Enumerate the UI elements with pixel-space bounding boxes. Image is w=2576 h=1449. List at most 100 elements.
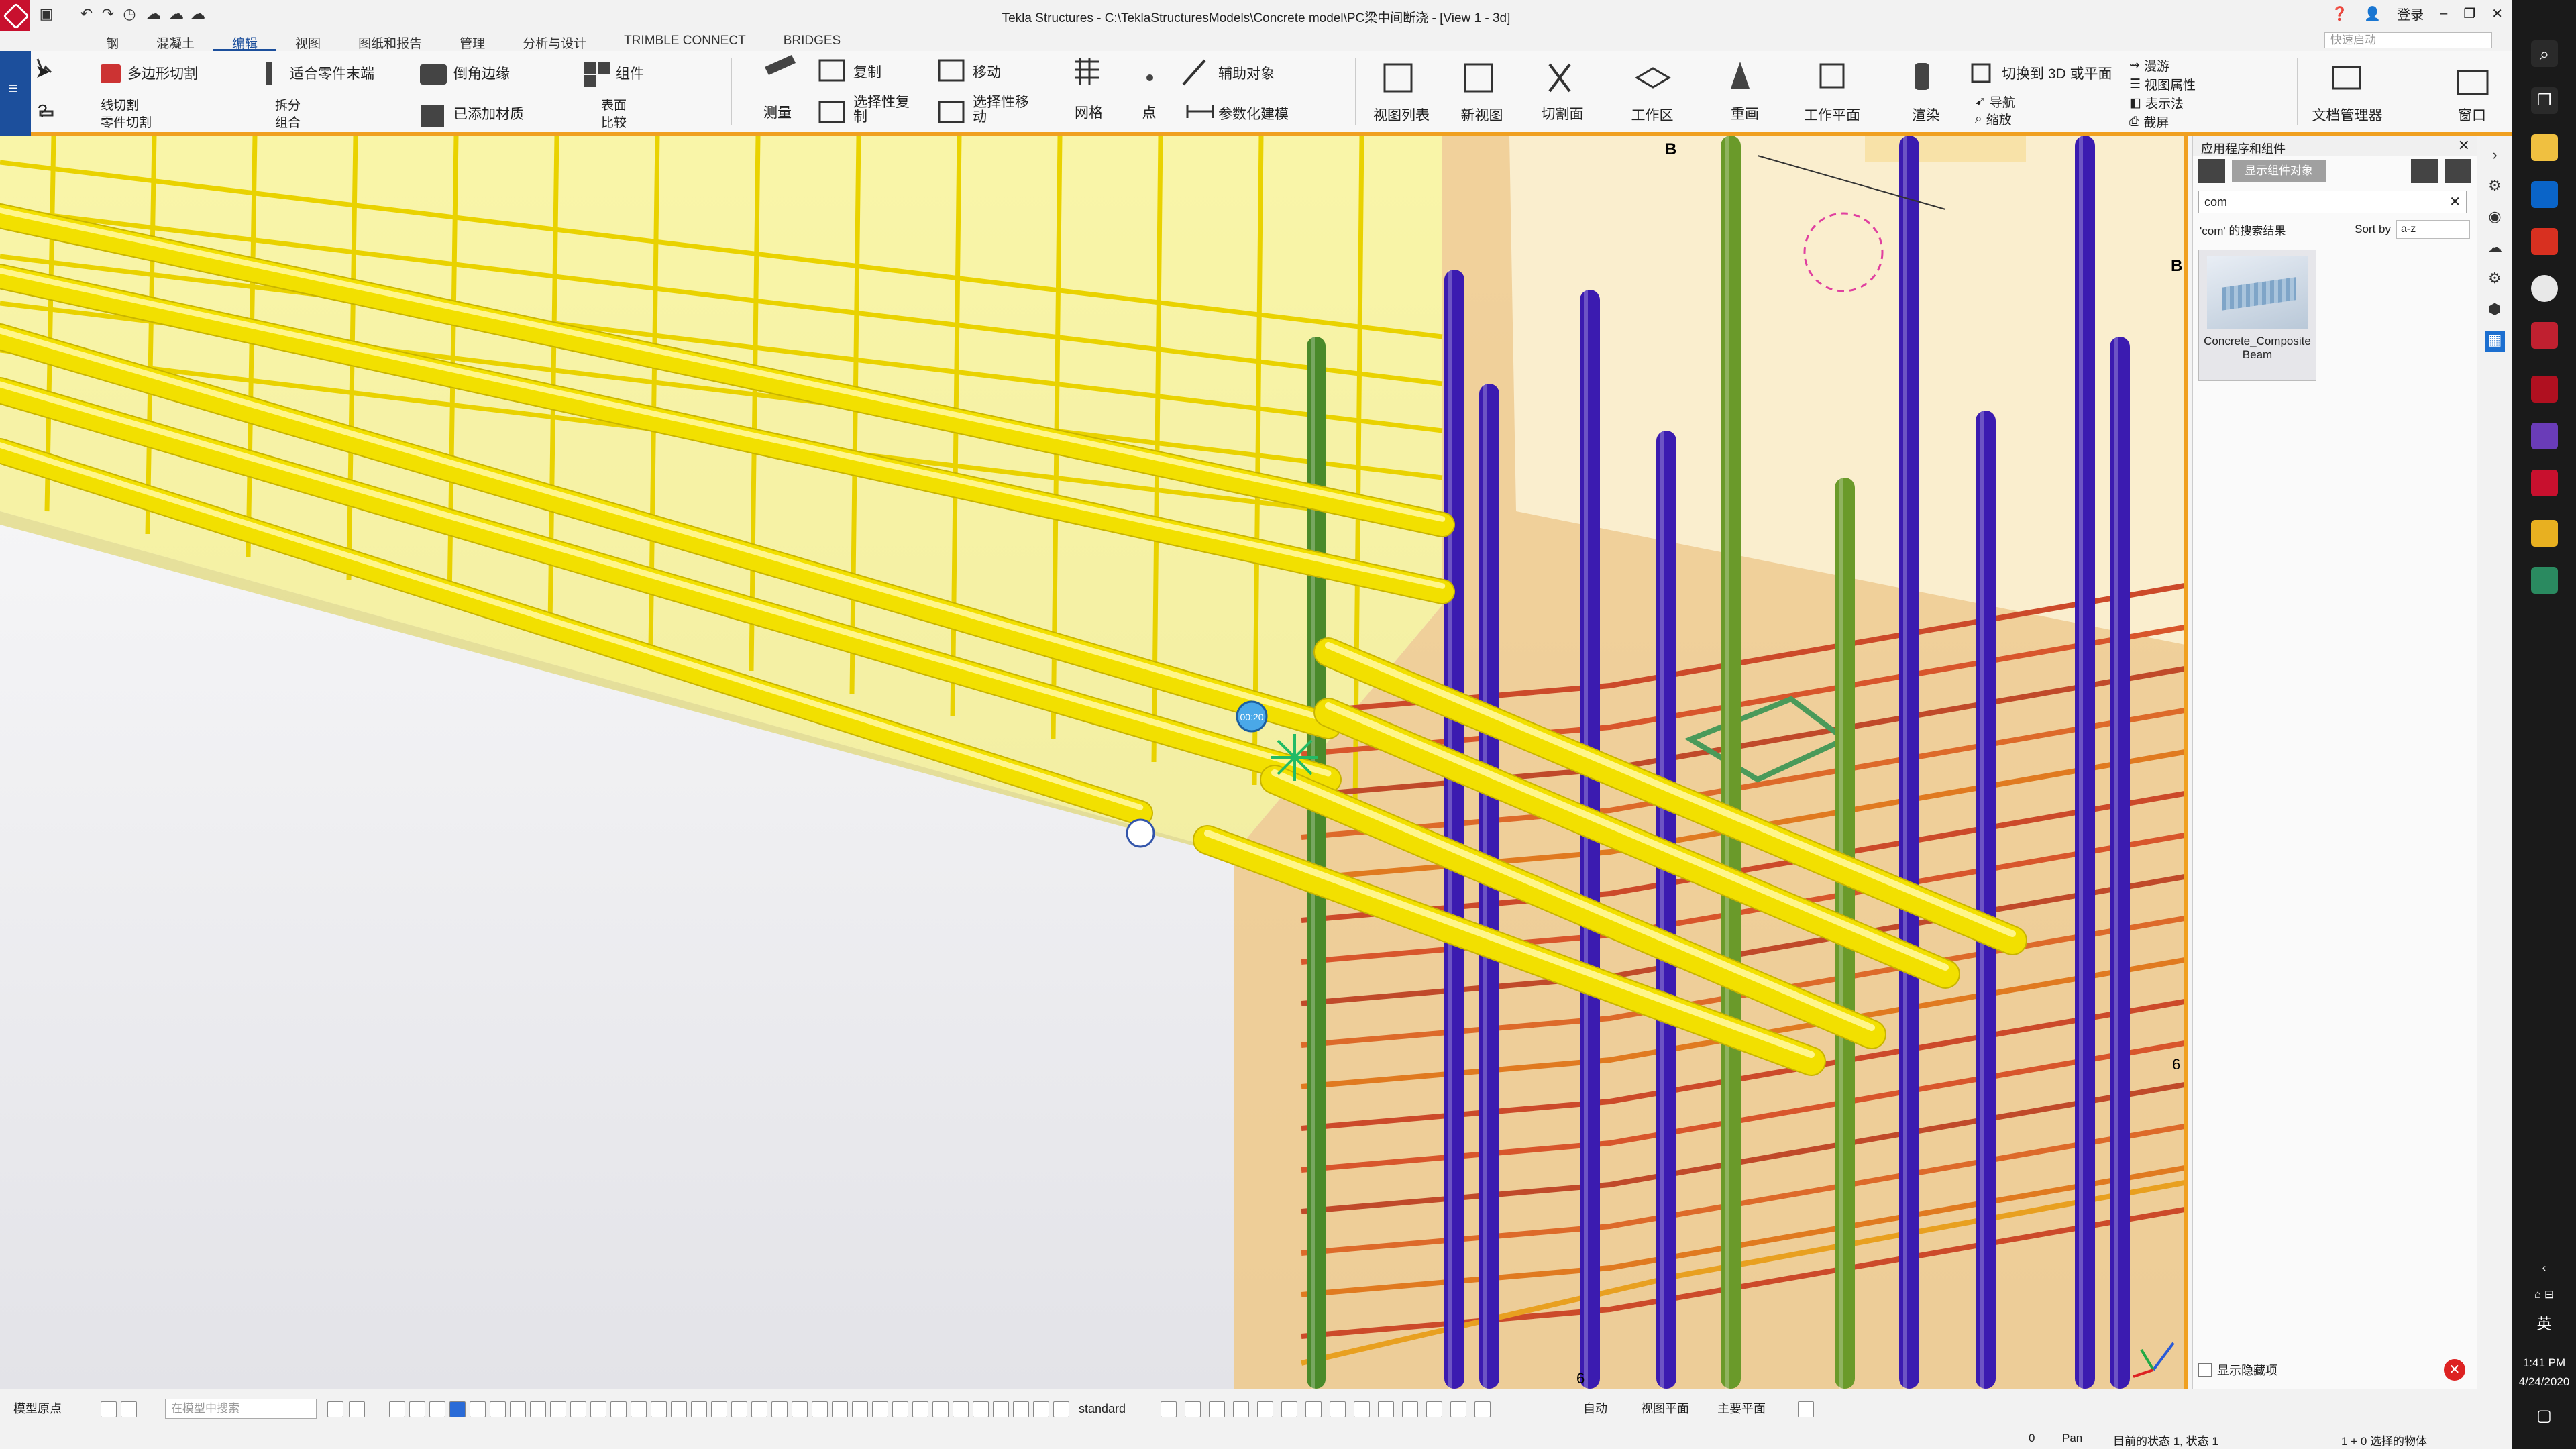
snap-switch-icon[interactable]	[912, 1401, 928, 1417]
snap-switch-icon[interactable]	[610, 1401, 627, 1417]
list-view-icon[interactable]	[2411, 159, 2438, 183]
snap-mode-icon[interactable]	[1450, 1401, 1466, 1417]
work-plane-button[interactable]: 工作平面	[1795, 105, 1869, 125]
view-properties-button[interactable]: ☰ 视图属性	[2129, 75, 2196, 93]
snap-switch-icon[interactable]	[691, 1401, 707, 1417]
measure-button[interactable]: 测量	[741, 102, 814, 122]
snap-switch-icon[interactable]	[993, 1401, 1009, 1417]
tray-icons[interactable]: ⌂ ⊟	[2512, 1288, 2576, 1301]
clip-plane-button[interactable]: 切割面	[1525, 103, 1599, 123]
snap-mode-icon[interactable]	[1281, 1401, 1297, 1417]
restore-button[interactable]: ❐	[2463, 5, 2475, 22]
tab-concrete[interactable]: 混凝土	[138, 31, 213, 51]
chrome-icon[interactable]	[2531, 275, 2558, 302]
snap-switch-icon[interactable]	[570, 1401, 586, 1417]
collapse-panel-icon[interactable]	[2445, 159, 2471, 183]
screenshot-button[interactable]: ⎙ 截屏	[2129, 113, 2169, 131]
snap-mode-icon[interactable]	[1257, 1401, 1273, 1417]
tray-chevron-icon[interactable]: ‹	[2512, 1261, 2576, 1275]
snap-switch-icon[interactable]	[631, 1401, 647, 1417]
redraw-button[interactable]: 重画	[1708, 103, 1782, 123]
snap-mode-icon[interactable]	[1378, 1401, 1394, 1417]
snap-switch-icon[interactable]	[470, 1401, 486, 1417]
main-plane-select[interactable]: 主要平面	[1717, 1399, 1766, 1419]
combine-button[interactable]: 组合	[275, 113, 301, 131]
work-area-button[interactable]: 工作区	[1615, 105, 1689, 125]
help-pointer-icon[interactable]: ?	[38, 101, 47, 121]
tab-bridges[interactable]: BRIDGES	[765, 31, 860, 51]
representation-button[interactable]: ◧ 表示法	[2129, 94, 2184, 112]
snap-switch-icon[interactable]	[510, 1401, 526, 1417]
outlook-icon[interactable]	[2531, 181, 2558, 208]
snap-switch-icon[interactable]	[812, 1401, 828, 1417]
new-view-button[interactable]: 新视图	[1445, 105, 1519, 125]
office-icon[interactable]	[2531, 228, 2558, 255]
snap-switch-icon[interactable]	[892, 1401, 908, 1417]
snap-switch-icon[interactable]	[751, 1401, 767, 1417]
snap-switch-icon[interactable]	[1033, 1401, 1049, 1417]
snap-switch-icon[interactable]	[590, 1401, 606, 1417]
file-explorer-icon[interactable]	[2531, 134, 2558, 161]
snap-switch-icon[interactable]	[389, 1401, 405, 1417]
tab-trimble-connect[interactable]: TRIMBLE CONNECT	[605, 31, 765, 51]
standard-select[interactable]: standard	[1079, 1399, 1126, 1419]
properties-tab-icon[interactable]: ⚙	[2485, 177, 2505, 197]
model-view-3d[interactable]: 00:20 B B 6 6	[0, 136, 2188, 1389]
polygon-cut-button[interactable]: 多边形切割	[127, 63, 198, 83]
clear-search-icon[interactable]: ✕	[2449, 191, 2461, 213]
snap-mode-icon[interactable]	[1185, 1401, 1201, 1417]
snap-mode-icon[interactable]	[1426, 1401, 1442, 1417]
sort-select[interactable]: a-z	[2396, 220, 2470, 239]
minimize-button[interactable]: –	[2440, 6, 2447, 21]
origin-select[interactable]: 模型原点	[13, 1399, 62, 1419]
snap-switch-icon[interactable]	[832, 1401, 848, 1417]
copy-selected-button[interactable]: 选择性复制	[853, 95, 920, 125]
ime-indicator[interactable]: 英	[2512, 1312, 2576, 1334]
clock-time[interactable]: 1:41 PM	[2512, 1356, 2576, 1370]
clock-date[interactable]: 4/24/2020	[2512, 1375, 2576, 1389]
point-button[interactable]: 点	[1112, 102, 1186, 122]
move-selected-button[interactable]: 选择性移动	[973, 95, 1040, 125]
snap-switch-icon[interactable]	[1013, 1401, 1029, 1417]
component-search-input[interactable]: com ✕	[2198, 191, 2467, 213]
left-quick-strip[interactable]: ≡	[0, 51, 31, 136]
python-icon[interactable]	[2531, 520, 2558, 547]
auto-select[interactable]: 自动	[1583, 1399, 1607, 1419]
snap-switch-icon[interactable]	[490, 1401, 506, 1417]
window-button[interactable]: 窗口	[2435, 105, 2509, 125]
tab-analysis-design[interactable]: 分析与设计	[504, 31, 605, 51]
rebar-model-scene[interactable]: 00:20 B B 6 6	[0, 136, 2188, 1389]
cloud-tab-icon[interactable]: ☁	[2485, 239, 2505, 259]
origin-option-1-icon[interactable]	[101, 1401, 117, 1417]
snap-switch-icon[interactable]	[932, 1401, 949, 1417]
snap-switch-icon[interactable]	[792, 1401, 808, 1417]
origin-option-2-icon[interactable]	[121, 1401, 137, 1417]
delete-icon[interactable]: ✕	[2444, 1359, 2465, 1381]
snap-mode-icon[interactable]	[1330, 1401, 1346, 1417]
select-pointer-icon[interactable]: ➤	[35, 60, 50, 83]
component-card[interactable]: Concrete_Composite Beam	[2198, 250, 2316, 381]
tablet-icon[interactable]	[2531, 567, 2558, 594]
snap-switch-icon[interactable]	[872, 1401, 888, 1417]
fit-part-end-button[interactable]: 适合零件末端	[290, 63, 374, 83]
snap-switch-icon[interactable]	[651, 1401, 667, 1417]
switch-3d-button[interactable]: 切换到 3D 或平面	[2002, 63, 2112, 83]
snap-switch-icon[interactable]	[530, 1401, 546, 1417]
search-options-icon[interactable]	[349, 1401, 365, 1417]
snap-mode-icon[interactable]	[1209, 1401, 1225, 1417]
chamfer-edges-button[interactable]: 倒角边缘	[453, 63, 510, 83]
split-button[interactable]: 拆分	[275, 95, 301, 113]
snap-switch-icon[interactable]	[731, 1401, 747, 1417]
login-link[interactable]: 登录	[2397, 4, 2424, 23]
move-button[interactable]: 移动	[973, 62, 1001, 82]
snap-mode-icon[interactable]	[1354, 1401, 1370, 1417]
tab-steel[interactable]: 钢	[87, 31, 138, 51]
snap-switch-icon[interactable]	[771, 1401, 788, 1417]
view-list-button[interactable]: 视图列表	[1364, 105, 1438, 125]
snap-mode-icon[interactable]	[1233, 1401, 1249, 1417]
task-view-icon[interactable]: ❐	[2531, 87, 2558, 114]
snap-switch-icon[interactable]	[429, 1401, 445, 1417]
snap-switch-icon[interactable]	[953, 1401, 969, 1417]
model-search-input[interactable]: 在模型中搜索	[165, 1399, 317, 1419]
render-button[interactable]: 渲染	[1889, 105, 1963, 125]
